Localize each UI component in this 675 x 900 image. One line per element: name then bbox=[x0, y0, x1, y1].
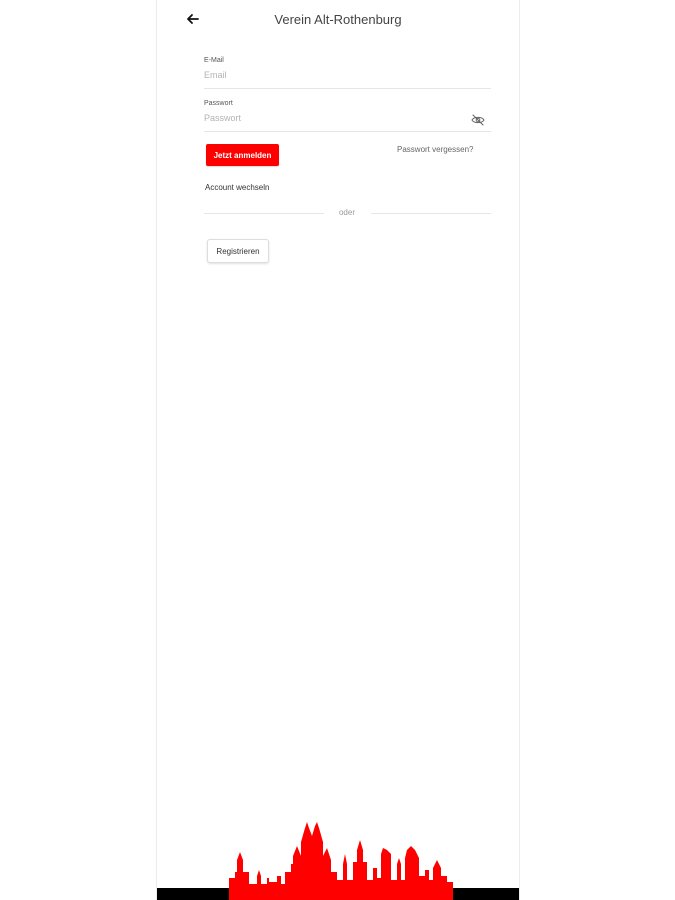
app-header: Verein Alt-Rothenburg bbox=[157, 0, 519, 40]
email-field: E-Mail bbox=[204, 56, 491, 89]
password-input[interactable] bbox=[204, 110, 491, 126]
email-label: E-Mail bbox=[204, 57, 224, 64]
page-title: Verein Alt-Rothenburg bbox=[274, 12, 402, 27]
city-skyline-icon bbox=[157, 822, 519, 900]
divider-label: oder bbox=[338, 208, 355, 217]
divider-line-left bbox=[204, 213, 324, 214]
password-field: Passwort bbox=[204, 99, 491, 132]
forgot-password-link[interactable]: Passwort vergessen? bbox=[397, 145, 473, 154]
register-button[interactable]: Registrieren bbox=[207, 239, 269, 263]
footer-skyline bbox=[157, 820, 519, 900]
password-label: Passwort bbox=[204, 100, 233, 107]
password-visibility-toggle[interactable] bbox=[471, 113, 485, 126]
switch-account-link[interactable]: Account wechseln bbox=[205, 183, 269, 192]
email-input[interactable] bbox=[204, 67, 491, 83]
login-button[interactable]: Jetzt anmelden bbox=[206, 144, 279, 166]
app-frame: Verein Alt-Rothenburg E-Mail Passwort Je… bbox=[156, 0, 520, 900]
divider-line-right bbox=[371, 213, 491, 214]
screen: Verein Alt-Rothenburg E-Mail Passwort Je… bbox=[0, 0, 675, 900]
eye-off-icon bbox=[471, 114, 485, 126]
